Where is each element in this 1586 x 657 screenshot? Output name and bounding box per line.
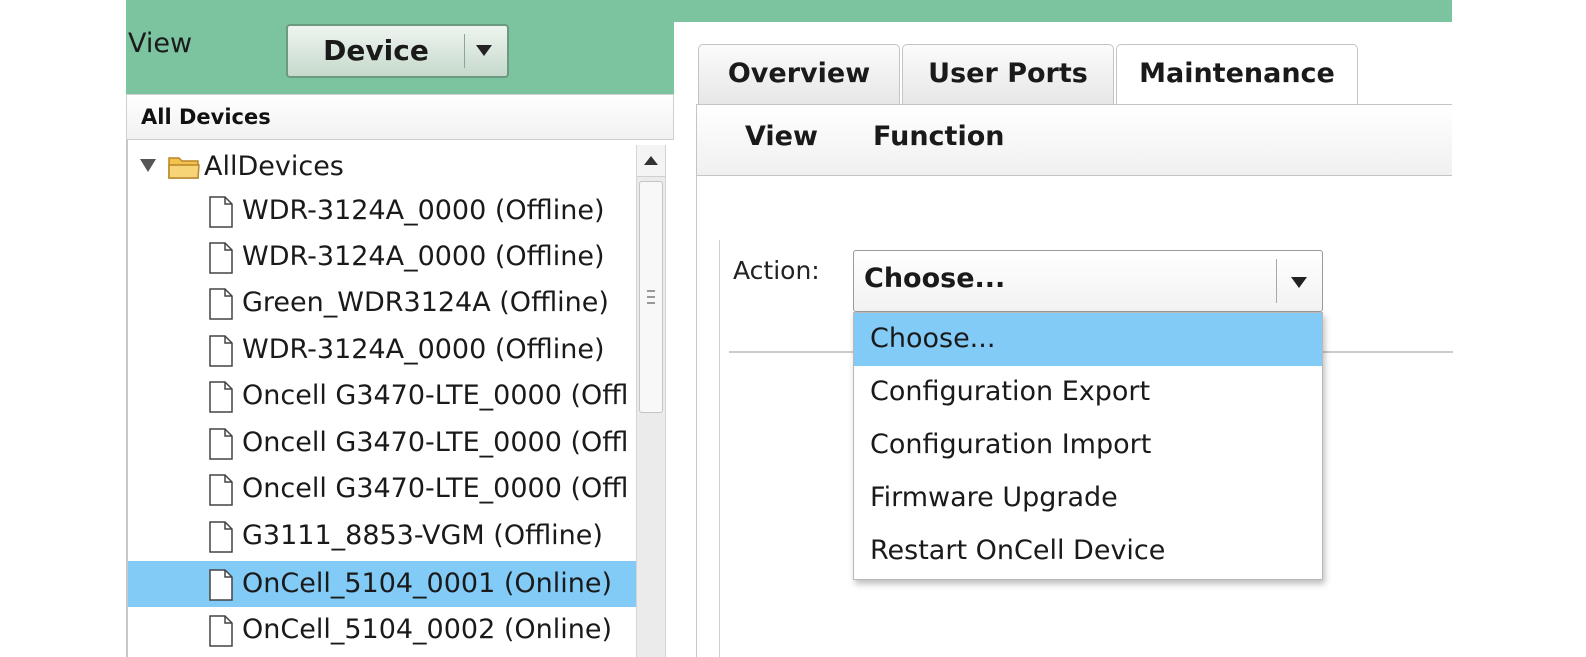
file-icon [209, 615, 233, 647]
file-icon [209, 335, 233, 367]
all-devices-heading-label: All Devices [141, 105, 271, 129]
chevron-up-icon [644, 156, 658, 165]
tab-user-ports[interactable]: User Ports [902, 44, 1114, 104]
tab-overview[interactable]: Overview [698, 44, 900, 104]
tree-item-label: OnCell_5104_0002 (Online) [242, 614, 612, 645]
tree-item[interactable]: Green_WDR3124A (Offline) [128, 280, 636, 326]
file-icon [209, 288, 233, 320]
tree-item[interactable]: WDR-3124A_0000 (Offline) [128, 234, 636, 280]
action-select-value: Choose... [864, 263, 1006, 294]
view-header: View Device [126, 0, 674, 94]
file-icon [209, 569, 233, 601]
select-separator [1276, 259, 1277, 303]
tree-item-label: WDR-3124A_0000 (Offline) [242, 195, 605, 226]
view-device-select[interactable]: Device [286, 24, 509, 78]
tree-item[interactable]: WDR-3124A_0000 (Offline) [128, 188, 636, 234]
tree-item-label: OnCell_5104_0001 (Online) [242, 568, 612, 599]
tree-item-label: Oncell G3470-LTE_0000 (Offl [242, 427, 629, 458]
option-label: Restart OnCell Device [870, 535, 1166, 566]
action-option-restart[interactable]: Restart OnCell Device [854, 525, 1322, 578]
file-icon [209, 428, 233, 460]
tree-item-label: Green_WDR3124A (Offline) [242, 287, 609, 318]
action-label: Action: [733, 256, 820, 285]
action-dropdown-list: Choose... Configuration Export Configura… [853, 312, 1323, 580]
view-device-select-label: Device [323, 34, 429, 67]
tree-item[interactable]: Oncell G3470-LTE_0000 (Offl [128, 373, 636, 419]
tree-item[interactable]: WDR-3124A_0000 (Offline) [128, 327, 636, 373]
tab-maintenance-label: Maintenance [1139, 58, 1335, 89]
tab-overview-label: Overview [727, 58, 871, 89]
action-option-config-import[interactable]: Configuration Import [854, 419, 1322, 472]
panel-splitter[interactable] [674, 22, 696, 657]
toolbar-view-menu[interactable]: View [745, 121, 818, 152]
option-label: Firmware Upgrade [870, 482, 1118, 513]
folder-icon [168, 157, 200, 179]
tree-root-label: AllDevices [204, 151, 344, 182]
all-devices-heading: All Devices [126, 94, 674, 140]
view-label: View [128, 28, 193, 59]
grip-icon [647, 290, 655, 304]
app-window: View Device All Devices AllDevices WDR-3… [126, 0, 1453, 657]
tab-maintenance[interactable]: Maintenance [1116, 44, 1358, 106]
file-icon [209, 474, 233, 506]
chevron-down-icon[interactable] [476, 45, 492, 56]
tree-item-selected[interactable]: OnCell_5104_0001 (Online) [128, 561, 636, 607]
tree-item-label: WDR-3124A_0000 (Offline) [242, 334, 605, 365]
tree-item[interactable]: Oncell G3470-LTE_0000 (Offl [128, 466, 636, 512]
maintenance-content: Action: Choose... Choose... Configuratio… [696, 176, 1453, 657]
maintenance-toolbar: View Function [696, 104, 1452, 176]
left-panel: View Device All Devices AllDevices WDR-3… [126, 0, 674, 657]
chevron-down-icon[interactable] [1291, 277, 1307, 288]
action-option-config-export[interactable]: Configuration Export [854, 366, 1322, 419]
action-option-choose[interactable]: Choose... [854, 313, 1322, 366]
select-separator [464, 34, 465, 68]
option-label: Configuration Export [870, 376, 1151, 407]
action-option-firmware-upgrade[interactable]: Firmware Upgrade [854, 472, 1322, 525]
file-icon [209, 196, 233, 228]
tab-user-ports-label: User Ports [928, 58, 1088, 89]
tree-item-label: G3111_8853-VGM (Offline) [242, 520, 603, 551]
tree-item-label: Oncell G3470-LTE_0000 (Offl [242, 380, 629, 411]
tree-scrollbar[interactable] [636, 145, 666, 657]
tree-item[interactable]: G3111_8853-VGM (Offline) [128, 513, 636, 559]
toolbar-function-menu[interactable]: Function [873, 121, 1004, 152]
tree-item-label: WDR-3124A_0000 (Offline) [242, 241, 605, 272]
right-panel: Overview User Ports Maintenance View Fun… [696, 22, 1453, 657]
option-label: Choose... [870, 323, 996, 354]
file-icon [209, 521, 233, 553]
scroll-up-button[interactable] [637, 145, 665, 177]
tree-item-label: Oncell G3470-LTE_0000 (Offl [242, 473, 629, 504]
action-select[interactable]: Choose... [853, 250, 1323, 312]
option-label: Configuration Import [870, 429, 1152, 460]
file-icon [209, 381, 233, 413]
scroll-thumb[interactable] [639, 181, 663, 413]
tree-root-alldevices[interactable]: AllDevices [128, 148, 636, 188]
expand-triangle-icon[interactable] [140, 159, 156, 172]
file-icon [209, 242, 233, 274]
device-tree: AllDevices WDR-3124A_0000 (Offline) WDR-… [126, 140, 636, 657]
tab-strip: Overview User Ports Maintenance [696, 22, 1452, 106]
tree-item[interactable]: OnCell_5104_0002 (Online) [128, 607, 636, 653]
tree-item[interactable]: Oncell G3470-LTE_0000 (Offl [128, 420, 636, 466]
